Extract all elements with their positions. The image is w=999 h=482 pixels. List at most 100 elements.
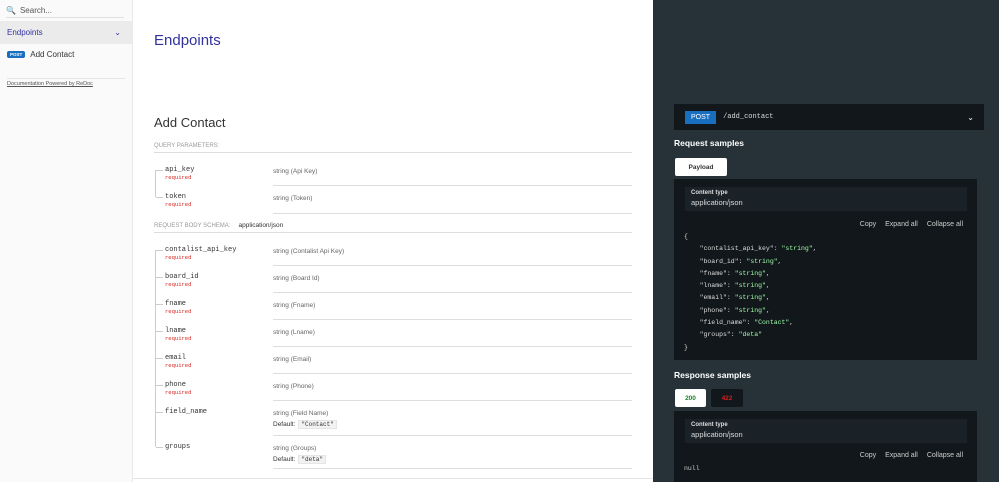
json-punct: , xyxy=(812,245,817,253)
chevron-down-icon: ⌄ xyxy=(967,112,974,122)
samples-panel: POST/add_contact ⌄ Request samples Payloa… xyxy=(653,0,999,482)
json-punct: , xyxy=(777,257,782,265)
param-type: string (Api Key) xyxy=(273,168,318,175)
param-type-cell: string (Fname) xyxy=(273,293,632,320)
param-name-cell: contalist_api_key required xyxy=(154,239,273,266)
param-name: groups xyxy=(165,443,191,451)
param-row: lname required string (Lname) xyxy=(154,320,632,347)
default-label: Default: xyxy=(273,421,296,428)
content-type-value: application/json xyxy=(691,198,743,207)
param-name: lname xyxy=(165,327,187,335)
param-type: string (Fname) xyxy=(273,302,316,309)
sidebar-item-label: Add Contact xyxy=(30,50,75,59)
json-key: "lname": xyxy=(684,282,735,290)
body-type: application/json xyxy=(238,222,284,229)
param-row: board_id required string (Board Id) xyxy=(154,266,632,293)
param-name: api_key xyxy=(165,166,195,174)
param-name-cell: phone required xyxy=(154,374,273,401)
param-name: field_name xyxy=(165,408,208,416)
sidebar: 🔍 Search... Endpoints ⌄ POST Add Contact Do… xyxy=(0,0,133,482)
param-name-cell: email required xyxy=(154,347,273,374)
chevron-down-icon: ⌄ xyxy=(114,28,121,37)
operation-title: Add Contact xyxy=(154,115,226,130)
json-punct: , xyxy=(765,269,770,277)
copy-button[interactable]: Copy xyxy=(860,452,876,459)
param-type-cell: string (Token) xyxy=(273,186,632,214)
content-type-label: Content type xyxy=(691,422,728,428)
json-key: "email": xyxy=(684,294,735,302)
param-row: field_name string (Field Name) Default: "Co… xyxy=(154,401,632,436)
param-type: string (Field Name) xyxy=(273,410,329,417)
copy-button[interactable]: Copy xyxy=(860,221,876,228)
param-name-cell: api_key required xyxy=(154,159,273,186)
body-label: REQUEST BODY SCHEMA: xyxy=(154,223,231,229)
param-row: fname required string (Fname) xyxy=(154,293,632,320)
expand-all-button[interactable]: Expand all xyxy=(885,452,918,459)
tab-payload[interactable]: Payload xyxy=(675,158,727,176)
search-input[interactable]: 🔍 Search... xyxy=(6,4,124,18)
param-required: required xyxy=(165,335,192,342)
tab-200[interactable]: 200 xyxy=(675,389,706,407)
json-value: "deta" xyxy=(738,331,763,339)
default-value: "Contact" xyxy=(298,420,337,429)
param-required: required xyxy=(165,281,192,288)
powered-by-link[interactable]: Documentation Powered by ReDoc xyxy=(7,78,125,87)
sidebar-group-endpoints[interactable]: Endpoints ⌄ xyxy=(0,21,133,44)
json-value: "string" xyxy=(781,245,813,253)
param-name-cell: groups xyxy=(154,436,273,469)
collapse-all-button[interactable]: Collapse all xyxy=(927,452,963,459)
content-type: Content type application/json xyxy=(685,419,967,443)
param-type-cell: string (Contalist Api Key) xyxy=(273,239,632,266)
param-required: required xyxy=(165,254,192,261)
param-type: string (Phone) xyxy=(273,383,314,390)
param-name: token xyxy=(165,193,187,201)
json-value: "string" xyxy=(734,282,766,290)
param-required: required xyxy=(165,362,192,369)
json-value: "string" xyxy=(734,269,766,277)
brace-open: { xyxy=(684,233,688,240)
param-row: phone required string (Phone) xyxy=(154,374,632,401)
tab-422[interactable]: 422 xyxy=(711,389,743,407)
content-type-value: application/json xyxy=(691,430,743,439)
content-type-label: Content type xyxy=(691,190,728,196)
param-type: string (Email) xyxy=(273,356,312,363)
payload-code: { "contalist_api_key": "string", "board_… xyxy=(684,231,817,354)
param-type-cell: string (Email) xyxy=(273,347,632,374)
body-params: contalist_api_key required string (Contali… xyxy=(154,239,632,469)
page-title: Endpoints xyxy=(154,32,221,49)
sidebar-item-add-contact[interactable]: POST Add Contact xyxy=(7,50,74,59)
expand-all-button[interactable]: Expand all xyxy=(885,221,918,228)
json-key: "fname": xyxy=(684,269,735,277)
json-value: "string" xyxy=(746,257,778,265)
param-type-cell: string (Board Id) xyxy=(273,266,632,293)
group-label: Endpoints xyxy=(7,28,43,37)
param-required: required xyxy=(165,389,192,396)
post-badge: POST xyxy=(7,51,26,58)
json-punct: , xyxy=(765,282,770,290)
param-default: Default: "Contact" xyxy=(273,420,632,429)
method-badge: POST xyxy=(685,110,717,124)
param-type: string (Lname) xyxy=(273,329,315,336)
json-value: "string" xyxy=(734,294,766,302)
json-value: "Contact" xyxy=(754,319,790,327)
param-type-cell: string (Field Name) Default: "Contact" xyxy=(273,401,632,436)
param-name: contalist_api_key xyxy=(165,246,237,254)
collapse-all-button[interactable]: Collapse all xyxy=(927,221,963,228)
endpoint-bar[interactable]: POST/add_contact ⌄ xyxy=(674,104,984,130)
response-samples-title: Response samples xyxy=(674,370,752,380)
param-type-cell: string (Lname) xyxy=(273,320,632,347)
param-type: string (Groups) xyxy=(273,445,317,452)
param-required: required xyxy=(165,201,192,208)
content-type: Content type application/json xyxy=(685,187,967,211)
param-row: api_key required string (Api Key) xyxy=(154,159,632,186)
request-sample-box: Content type application/json Copy Expand … xyxy=(674,179,977,360)
param-type: string (Token) xyxy=(273,195,313,202)
json-key: "field_name": xyxy=(684,319,755,327)
param-type-cell: string (Api Key) xyxy=(273,159,632,186)
param-required: required xyxy=(165,174,192,181)
json-key: "groups": xyxy=(684,331,739,339)
param-row: groups string (Groups) Default: "deta" xyxy=(154,436,632,469)
query-params: api_key required string (Api Key) token requ… xyxy=(154,159,632,214)
json-punct: , xyxy=(765,306,770,314)
brace-close: } xyxy=(684,343,688,351)
